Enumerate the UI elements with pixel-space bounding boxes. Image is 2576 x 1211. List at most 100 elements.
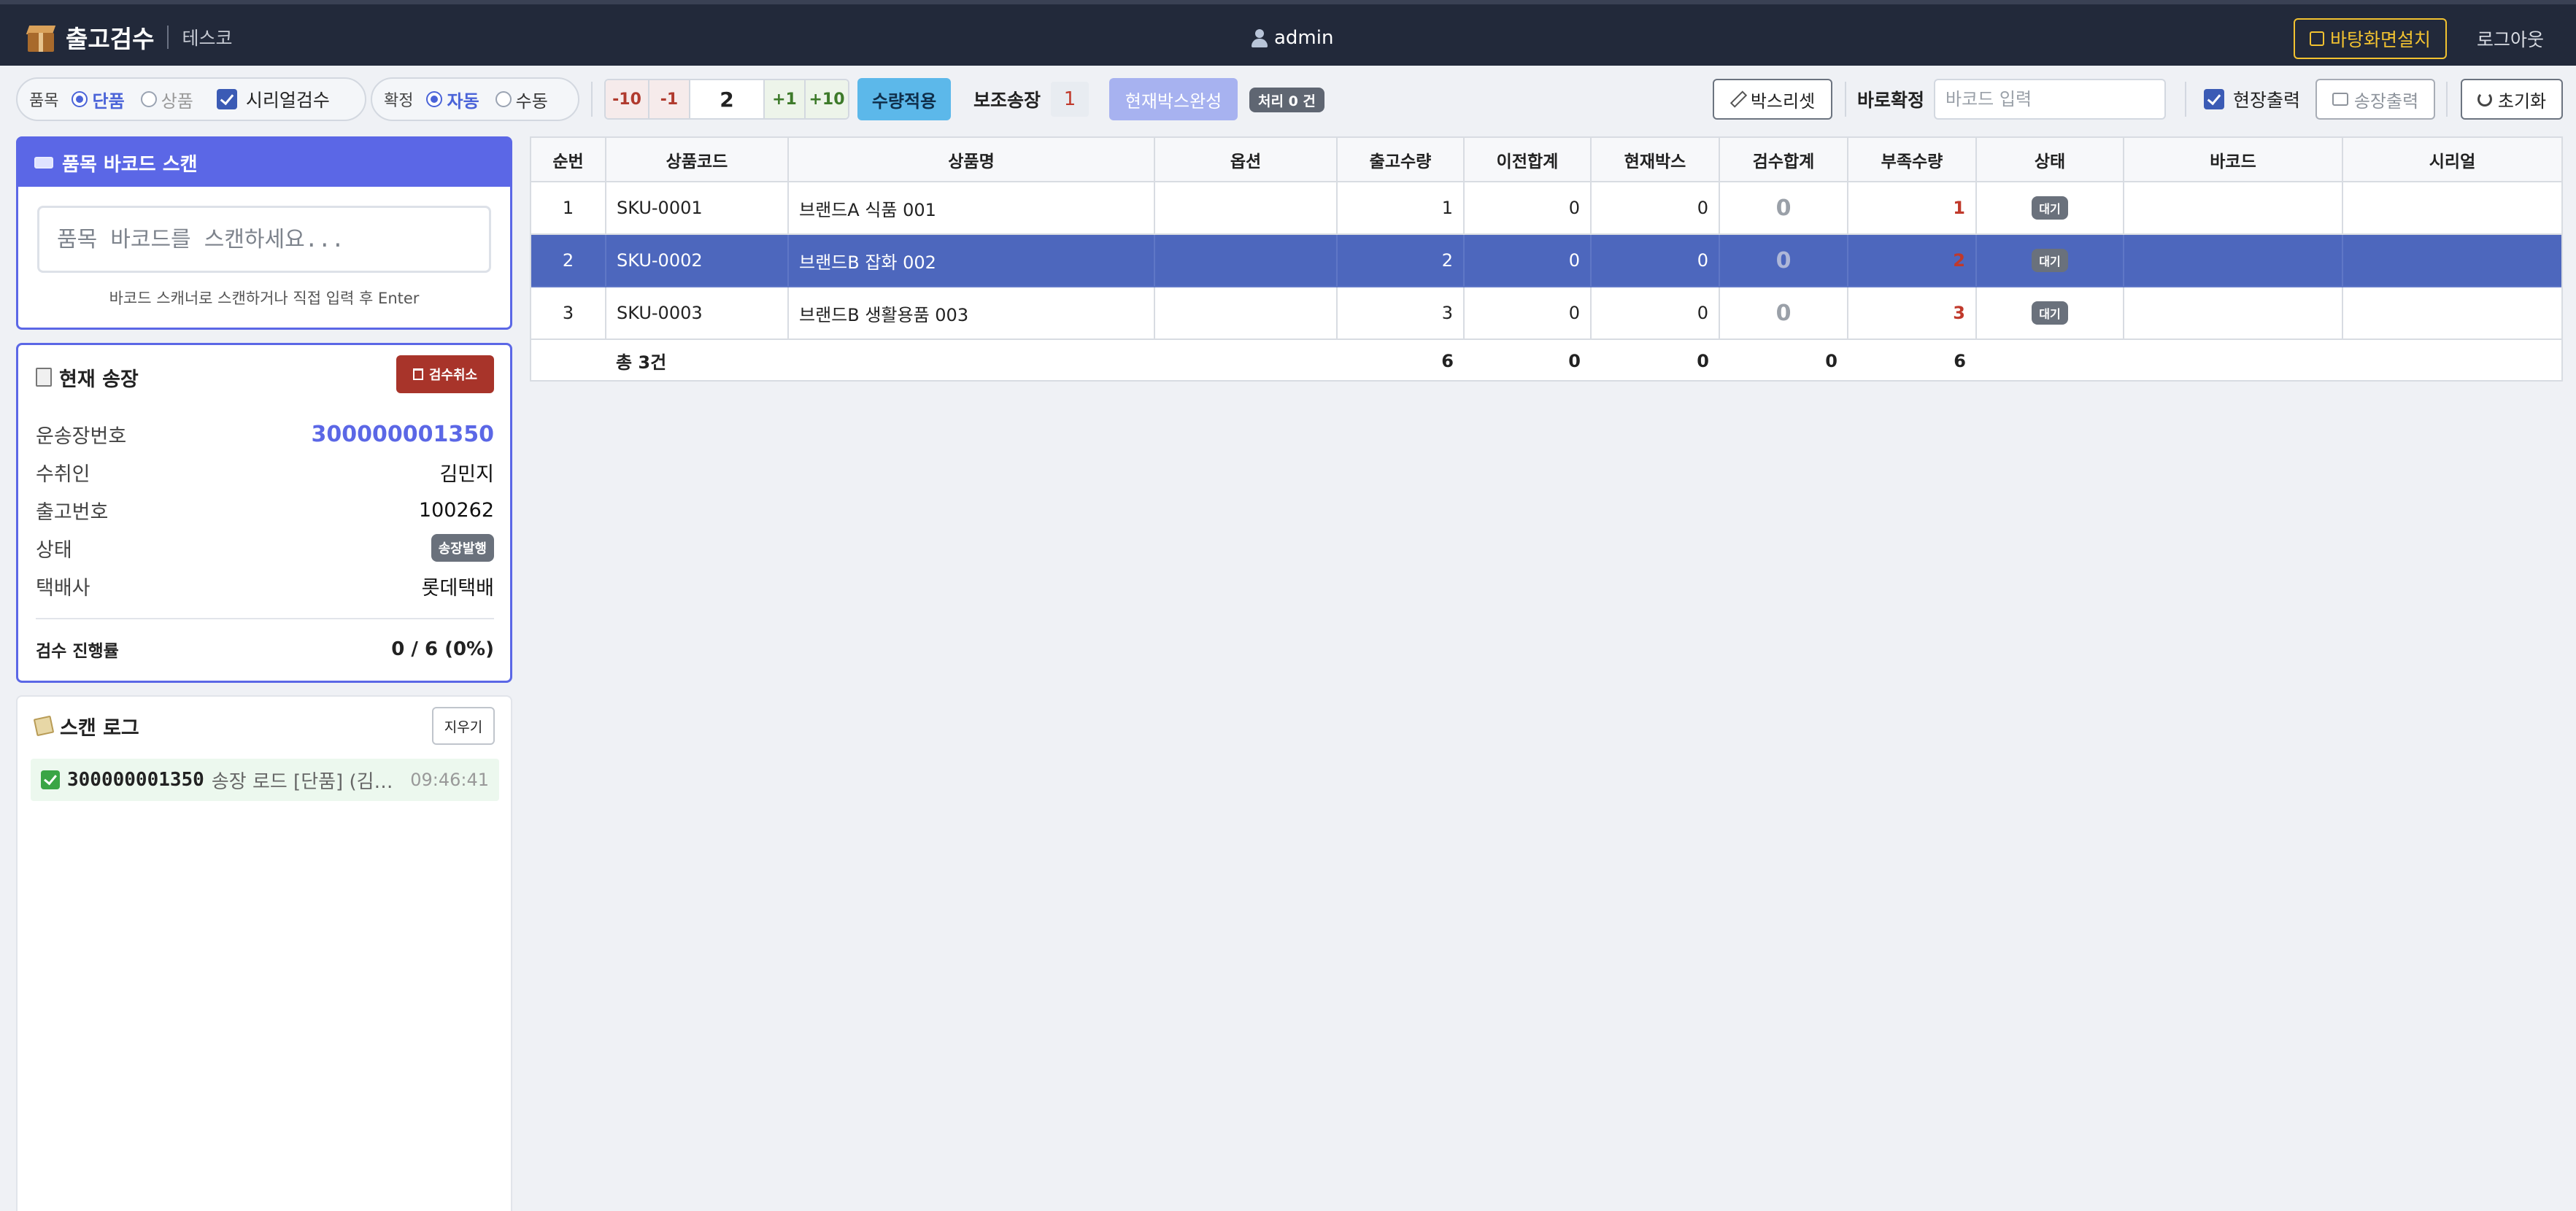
column-header[interactable]: 시리얼: [2342, 138, 2561, 182]
column-header[interactable]: 상품명: [788, 138, 1155, 182]
apply-quantity-button[interactable]: 수량적용: [857, 78, 951, 120]
table-row-selected[interactable]: 2 SKU-0002 브랜드B 잡화 002 2 0 0 0 2 대기: [531, 234, 2561, 287]
minus-1-button[interactable]: -1: [649, 80, 690, 118]
print-invoice-button[interactable]: 송장출력: [2315, 79, 2435, 120]
site-print-checkbox[interactable]: [2204, 89, 2224, 109]
scan-hint: 바코드 스캐너로 스캔하거나 직접 입력 후 Enter: [109, 290, 420, 307]
log-entry: 300000001350 송장 로드 [단품] (김민지, ... 09:46:…: [31, 759, 499, 801]
radio-manual[interactable]: [495, 91, 512, 107]
radio-single[interactable]: [72, 91, 88, 107]
cell-prev: 0: [1464, 182, 1592, 235]
detail-label: 상태: [36, 538, 72, 562]
column-header[interactable]: 이전합계: [1464, 138, 1592, 182]
total-short: 6: [1954, 350, 1966, 371]
cell-barcode: [2124, 234, 2343, 287]
total-checked: 0: [1825, 350, 1837, 371]
desktop-icon: [2309, 31, 2324, 46]
cell-short: 3: [1848, 287, 1977, 340]
barcode-scan-panel: 품목 바코드 스캔 바코드 스캐너로 스캔하거나 직접 입력 후 Enter: [16, 136, 512, 330]
confirm-mode-label: 확정: [384, 92, 414, 110]
table-row[interactable]: 3 SKU-0003 브랜드B 생활용품 003 3 0 0 0 3 대기: [531, 287, 2561, 340]
check-icon: [41, 770, 60, 789]
quantity-stepper: -10 -1 2 +1 +10: [604, 79, 849, 120]
printer-icon: [2332, 93, 2348, 106]
plus-10-button[interactable]: +10: [804, 80, 848, 118]
barcode-input[interactable]: [1934, 79, 2166, 120]
column-header[interactable]: 출고수량: [1337, 138, 1465, 182]
quantity-input[interactable]: 2: [690, 80, 763, 118]
progress-value: 0 / 6 (0%): [391, 638, 494, 660]
cell-short: 1: [1848, 182, 1977, 235]
serial-check-checkbox[interactable]: [216, 89, 237, 109]
cell-option: [1154, 287, 1338, 340]
site-print-label: 현장출력: [2233, 90, 2301, 111]
column-header[interactable]: 검수합계: [1719, 138, 1848, 182]
cell-empty: [531, 339, 606, 382]
option-single[interactable]: 단품: [92, 87, 124, 112]
detail-label: 출고번호: [36, 500, 109, 524]
memo-icon: [33, 715, 55, 737]
column-header[interactable]: 현재박스: [1591, 138, 1720, 182]
confirm-mode-group: 확정 자동 수동: [371, 77, 579, 121]
cell-checked: 0: [1719, 182, 1848, 235]
complete-box-button[interactable]: 현재박스완성: [1109, 78, 1238, 120]
column-header[interactable]: 순번: [531, 138, 606, 182]
toolbar: 품목 단품 상품 시리얼검수 확정 자동 수동 -10 -1 2 +1 +10 …: [0, 66, 2576, 136]
option-manual[interactable]: 수동: [516, 87, 548, 112]
total-qty: 6: [1441, 350, 1454, 371]
column-header[interactable]: 부족수량: [1848, 138, 1977, 182]
detail-value: 100262: [418, 498, 494, 522]
status-badge: 대기: [2032, 196, 2068, 220]
radio-auto[interactable]: [426, 91, 443, 107]
site-print-toggle[interactable]: 현장출력: [2204, 88, 2300, 111]
box-reset-button[interactable]: 박스리셋: [1713, 79, 1832, 120]
cell-no: 2: [531, 234, 606, 287]
cell-no: 3: [531, 287, 606, 340]
cell-serial: [2342, 234, 2561, 287]
cell-box: 0: [1591, 234, 1720, 287]
brand[interactable]: 출고검수 테스코: [26, 19, 232, 55]
minus-10-button[interactable]: -10: [606, 80, 649, 118]
column-header[interactable]: 바코드: [2124, 138, 2343, 182]
aux-invoice-value[interactable]: 1: [1051, 82, 1089, 117]
cell-empty: [1976, 339, 2561, 382]
trash-icon: [412, 368, 423, 380]
item-barcode-input[interactable]: [37, 206, 491, 273]
cell-code: SKU-0003: [606, 287, 789, 340]
option-auto[interactable]: 자동: [447, 87, 479, 112]
column-header[interactable]: 상태: [1976, 138, 2124, 182]
status-badge: 대기: [2032, 301, 2068, 325]
reset-button[interactable]: 초기화: [2461, 79, 2563, 120]
cell-option: [1154, 182, 1338, 235]
item-mode-label: 품목: [29, 92, 59, 110]
invoice-panel-header: 현재 송장: [36, 361, 139, 393]
tracking-number-link[interactable]: 300000001350: [312, 422, 495, 447]
reset-label: 초기화: [2497, 90, 2547, 112]
install-shortcut-button[interactable]: 바탕화면설치: [2294, 18, 2447, 59]
keyboard-icon: [34, 157, 53, 169]
pencil-icon: [1730, 92, 1745, 107]
status-row: 상태 송장발행: [36, 529, 494, 567]
log-message: 송장 로드 [단품] (김민지, ...: [211, 770, 403, 793]
column-header[interactable]: 상품코드: [606, 138, 789, 182]
cell-code: SKU-0002: [606, 234, 789, 287]
option-product[interactable]: 상품: [161, 87, 193, 112]
app-title: 출고검수: [66, 25, 155, 53]
detail-label: 수취인: [36, 463, 90, 486]
plus-1-button[interactable]: +1: [763, 80, 804, 118]
cancel-inspection-button[interactable]: 검수취소: [396, 355, 494, 393]
radio-product[interactable]: [140, 91, 157, 107]
detail-value: 롯데택배: [421, 576, 494, 600]
cell-option: [1154, 234, 1338, 287]
clear-log-button[interactable]: 지우기: [432, 707, 495, 745]
item-mode-group: 품목 단품 상품 시리얼검수: [16, 77, 366, 121]
courier-row: 택배사 롯데택배: [36, 567, 494, 605]
column-header[interactable]: 옵션: [1154, 138, 1338, 182]
direct-confirm-label: 바로확정: [1857, 90, 1925, 111]
cell-barcode: [2124, 182, 2343, 235]
cell-checked: 0: [1719, 234, 1848, 287]
current-invoice-panel: 현재 송장 검수취소 운송장번호 300000001350 수취인 김민지 출고…: [16, 343, 512, 683]
logout-button[interactable]: 로그아웃: [2467, 20, 2554, 57]
table-row[interactable]: 1 SKU-0001 브랜드A 식품 001 1 0 0 0 1 대기: [531, 182, 2561, 235]
username: admin: [1274, 27, 1334, 49]
